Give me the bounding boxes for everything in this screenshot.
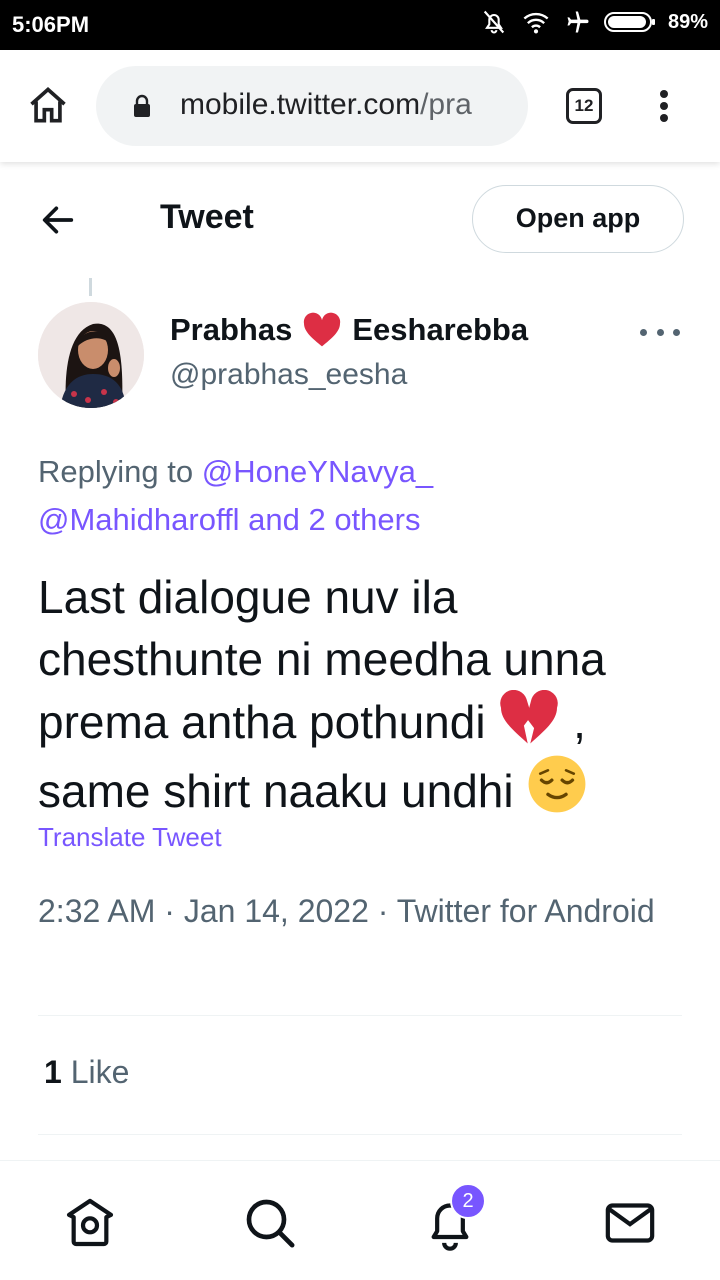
broken-heart-emoji-icon xyxy=(500,690,559,744)
author-name-part-1: Prabhas xyxy=(170,312,293,347)
browser-toolbar: mobile.twitter.com/pra 12 xyxy=(0,50,720,162)
thread-connector-line xyxy=(89,278,92,296)
url-text: mobile.twitter.com/pra xyxy=(180,88,472,122)
more-options-icon[interactable] xyxy=(640,320,680,344)
status-icons: 89% xyxy=(480,8,708,36)
author-name[interactable]: Prabhas Eesharebba xyxy=(170,312,528,348)
tweet-timestamp[interactable]: 2:32 AM · Jan 14, 2022 · Twitter for And… xyxy=(38,888,678,934)
open-app-button[interactable]: Open app xyxy=(472,185,684,253)
like-count-number: 1 xyxy=(44,1054,62,1090)
status-time: 5:06PM xyxy=(12,12,90,37)
replying-prefix: Replying to xyxy=(38,454,194,489)
reply-mention-link[interactable]: @Mahidharoffl xyxy=(38,502,240,537)
likes-count[interactable]: 1 Like xyxy=(44,1054,129,1091)
relieved-face-emoji-icon xyxy=(528,755,586,813)
wifi-icon xyxy=(523,12,549,34)
bottom-navigation: 2 xyxy=(0,1160,720,1280)
like-count-label: Like xyxy=(70,1054,130,1090)
page-title: Tweet xyxy=(160,198,254,236)
lock-icon xyxy=(134,94,150,117)
address-bar[interactable]: mobile.twitter.com/pra xyxy=(96,66,528,146)
airplane-icon xyxy=(567,11,589,33)
url-path: /pra xyxy=(420,88,472,121)
red-heart-icon xyxy=(304,312,341,347)
bell-off-icon xyxy=(483,10,505,34)
reply-others-link[interactable]: and 2 others xyxy=(248,502,420,537)
notification-badge: 2 xyxy=(450,1183,486,1219)
messages-icon[interactable] xyxy=(602,1195,658,1251)
author-name-part-2: Eesharebba xyxy=(352,312,529,347)
reply-mention-link[interactable]: @HoneYNavya_ xyxy=(202,454,433,489)
status-bar: 5:06PM 89% xyxy=(0,0,720,50)
tab-switcher-button[interactable]: 12 xyxy=(566,88,602,124)
back-arrow-icon[interactable] xyxy=(38,200,78,240)
avatar[interactable] xyxy=(38,302,144,408)
battery-icon xyxy=(603,12,655,32)
translate-tweet-link[interactable]: Translate Tweet xyxy=(38,822,222,853)
browser-menu-icon[interactable] xyxy=(650,86,678,126)
replying-to: Replying to @HoneYNavya_ @Mahidharoffl a… xyxy=(38,448,678,544)
divider xyxy=(38,1134,682,1135)
browser-home-icon[interactable] xyxy=(26,84,70,128)
battery-percent: 89% xyxy=(667,10,708,33)
divider xyxy=(38,1015,682,1016)
search-icon[interactable] xyxy=(242,1195,298,1251)
tweet-text: Last dialogue nuv ila chesthunte ni meed… xyxy=(38,566,688,822)
author-handle[interactable]: @prabhas_eesha xyxy=(170,358,407,392)
home-icon[interactable] xyxy=(62,1195,118,1251)
url-domain: mobile.twitter.com xyxy=(180,88,421,121)
